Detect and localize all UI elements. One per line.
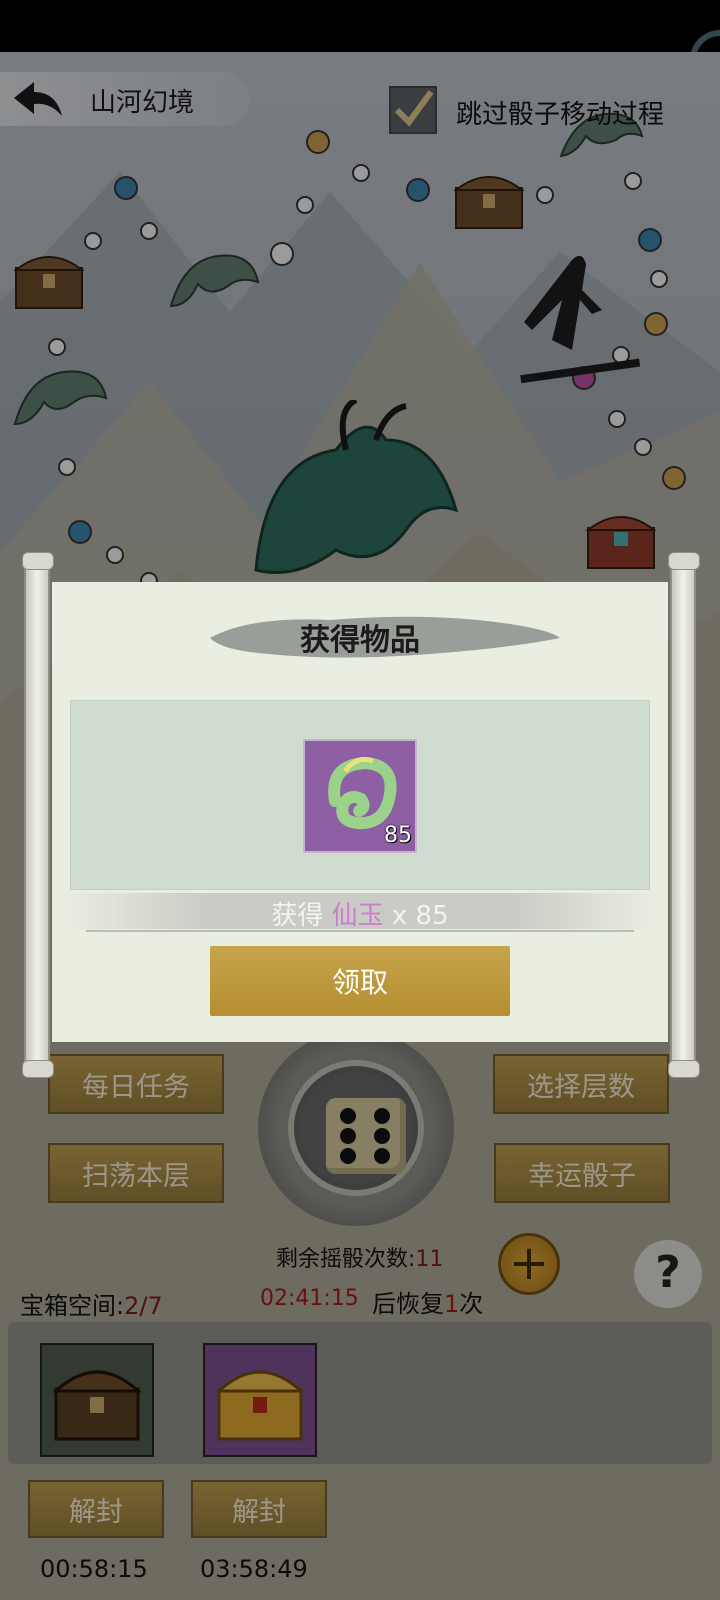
dialog-title: 获得物品 <box>300 623 420 658</box>
daily-tasks-button[interactable]: 每日任务 <box>48 1054 224 1114</box>
scroll-cap <box>668 1060 700 1078</box>
question-mark-icon: ? <box>655 1247 681 1298</box>
skip-animation-checkbox[interactable] <box>389 86 437 134</box>
recover-suffix: 次 <box>459 1290 484 1318</box>
azure-dragon-boss[interactable] <box>236 400 466 580</box>
board-tile <box>84 232 102 250</box>
scroll-cap <box>22 1060 54 1078</box>
obtain-item-name: 仙玉 <box>331 901 384 931</box>
board-tile <box>638 228 662 252</box>
board-tile <box>68 520 92 544</box>
dice-icon[interactable] <box>326 1098 406 1174</box>
lucky-dice-button[interactable]: 幸运骰子 <box>494 1143 670 1203</box>
golden-chest-icon <box>215 1370 305 1441</box>
sweep-floor-button[interactable]: 扫荡本层 <box>48 1143 224 1203</box>
board-tile <box>58 458 76 476</box>
chest-space: 宝箱空间:2/7 <box>20 1286 163 1321</box>
board-tile <box>406 178 430 202</box>
recover-prefix: 后恢复 <box>372 1290 444 1318</box>
obtain-text: 获得 仙玉 x 85 <box>60 895 660 932</box>
checkmark-icon <box>394 90 434 127</box>
scroll-cap <box>22 552 54 570</box>
recover-timer: 02:41:15 <box>260 1286 359 1311</box>
board-tile <box>662 466 686 490</box>
obtain-quantity: x 85 <box>391 901 449 931</box>
board-tile <box>352 164 370 182</box>
treasure-chest-icon[interactable] <box>12 248 86 310</box>
skip-animation-label: 跳过骰子移动过程 <box>456 100 665 130</box>
board-tile <box>644 312 668 336</box>
dice-pip <box>374 1108 390 1124</box>
recover-amount: 1 <box>444 1290 460 1318</box>
board-tile <box>296 196 314 214</box>
dice-pip <box>340 1108 356 1124</box>
unseal-button-2[interactable]: 解封 <box>191 1480 327 1538</box>
chest-slot-1[interactable] <box>40 1343 154 1457</box>
unseal-timer-1: 00:58:15 <box>40 1555 148 1583</box>
board-tile <box>634 438 652 456</box>
unseal-button-1[interactable]: 解封 <box>28 1480 164 1538</box>
select-floor-button[interactable]: 选择层数 <box>493 1054 669 1114</box>
remaining-rolls-label: 剩余摇骰次数: <box>276 1247 416 1272</box>
board-tile <box>140 222 158 240</box>
plus-icon: + <box>508 1235 550 1291</box>
chest-slot-2[interactable] <box>203 1343 317 1457</box>
dice-pip <box>340 1128 356 1144</box>
add-rolls-button[interactable]: + <box>498 1233 560 1295</box>
claim-button[interactable]: 领取 <box>210 946 510 1016</box>
board-tile <box>106 546 124 564</box>
remaining-rolls-count: 11 <box>415 1247 444 1272</box>
scroll-cap <box>668 552 700 570</box>
game-screen: 山河幻境 跳过骰子移动过程 每日任务 选择层数 扫荡本层 幸运骰子 剩余摇骰次数… <box>0 0 720 1600</box>
back-arrow-icon[interactable] <box>10 78 66 122</box>
board-tile <box>650 270 668 288</box>
dragon-enemy-icon[interactable] <box>166 236 262 318</box>
board-tile <box>306 130 330 154</box>
rare-chest-icon[interactable] <box>584 508 658 570</box>
board-tile <box>608 410 626 428</box>
dice-pip <box>340 1148 356 1164</box>
dice-pip <box>374 1128 390 1144</box>
item-quantity: 85 <box>384 823 412 848</box>
remaining-rolls: 剩余摇骰次数:11 <box>276 1241 443 1273</box>
board-tile <box>270 242 294 266</box>
recover-text: 后恢复1次 <box>372 1284 483 1319</box>
scroll-rod-right <box>670 560 696 1070</box>
help-button[interactable]: ? <box>634 1240 702 1308</box>
chest-space-value: 2/7 <box>124 1292 163 1320</box>
player-swordsman-silhouette <box>520 255 641 384</box>
obtain-prefix: 获得 <box>271 901 324 931</box>
wooden-chest-icon <box>52 1370 142 1441</box>
unseal-timer-2: 03:58:49 <box>200 1555 308 1583</box>
status-bar <box>0 0 720 52</box>
dice-pip <box>374 1148 390 1164</box>
realm-title: 山河幻境 <box>90 88 195 118</box>
dragon-enemy-icon[interactable] <box>10 350 110 436</box>
chest-space-label: 宝箱空间: <box>20 1292 125 1320</box>
board-tile <box>114 176 138 200</box>
board-tile <box>624 172 642 190</box>
scroll-rod-left <box>24 560 50 1070</box>
board-tile <box>536 186 554 204</box>
treasure-chest-icon[interactable] <box>452 168 526 230</box>
